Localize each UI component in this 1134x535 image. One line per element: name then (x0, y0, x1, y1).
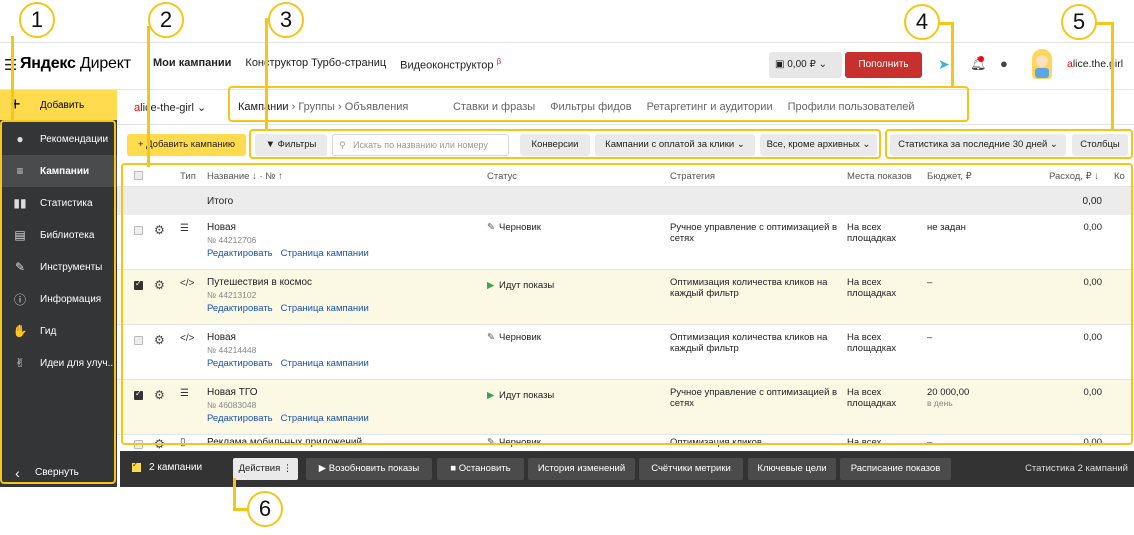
chat-icon[interactable]: ● (1000, 56, 1016, 72)
wallet-icon: ▣ (775, 59, 785, 70)
annotation-marker-4: 4 (904, 4, 940, 40)
annotation-line-4b (951, 22, 954, 88)
annotation-line-5b (1111, 22, 1114, 130)
schedule-button[interactable]: Расписание показов (840, 458, 951, 480)
annotation-marker-6: 6 (247, 491, 283, 527)
top-nav: Мои кампании Конструктор Турбо-страниц В… (153, 57, 501, 72)
avatar[interactable] (1032, 49, 1052, 79)
annotation-box-5 (885, 129, 1133, 159)
add-campaign-button[interactable]: + Добавить кампанию (127, 134, 246, 156)
add-button-label: Добавить (40, 100, 85, 111)
resume-button[interactable]: ▶ Возобновить показы (306, 458, 432, 480)
balance-value: 0,00 ₽ (787, 59, 816, 70)
selected-count-text: 2 кампании (149, 462, 203, 473)
notification-dot (978, 56, 984, 62)
history-button[interactable]: История изменений (528, 458, 635, 480)
add-button[interactable]: + Добавить (0, 90, 117, 120)
annotation-line-1 (11, 36, 14, 122)
stop-button[interactable]: ■ Остановить (437, 458, 524, 480)
actions-menu-button[interactable]: Действия ⋮ (233, 458, 298, 480)
topup-button[interactable]: Пополнить (845, 52, 922, 78)
beta-badge: β (496, 57, 502, 66)
annotation-box-4 (228, 86, 969, 122)
annotation-line-3 (265, 18, 268, 131)
account-switcher[interactable]: alice-the-girl ⌄ (134, 101, 206, 114)
key-goals-button[interactable]: Ключевые цели (748, 458, 836, 480)
nav-video-label: Видеоконструктор (400, 59, 494, 72)
annotation-marker-2: 2 (148, 2, 184, 38)
annotation-box-1 (0, 120, 116, 484)
annotation-marker-3: 3 (268, 2, 304, 38)
annotation-line-6b (233, 508, 247, 511)
selected-checkbox[interactable] (132, 460, 141, 472)
annotation-line-2 (147, 26, 150, 167)
annotation-marker-5: 5 (1061, 4, 1097, 40)
annotation-line-6a (233, 478, 236, 510)
logo-direct-text: Директ (79, 55, 131, 72)
selected-stat-link[interactable]: Статистика 2 кампаний (1025, 463, 1128, 474)
annotation-marker-1: 1 (19, 2, 55, 38)
yandex-direct-logo[interactable]: Яндекс Директ (20, 55, 131, 73)
user-login[interactable]: alice.the.girl (1067, 58, 1123, 70)
annotation-box-2 (121, 163, 1133, 445)
annotation-box-3 (249, 129, 881, 159)
bulk-action-bar: 2 кампании Действия ⋮ ▶ Возобновить пока… (120, 451, 1134, 487)
chevron-down-icon: ⌄ (818, 59, 828, 70)
user-login-rest: lice.the.girl (1072, 58, 1124, 70)
logo-yandex-text: Яндекс (20, 55, 76, 72)
balance-dropdown[interactable]: ▣ 0,00 ₽ ⌄ (769, 52, 842, 78)
nav-video-constructor[interactable]: Видеоконструктор β (400, 57, 501, 72)
nav-my-campaigns[interactable]: Мои кампании (153, 57, 231, 72)
top-bar: ☰ Яндекс Директ Мои кампании Конструктор… (0, 43, 1134, 90)
selected-count[interactable]: 2 кампании (132, 460, 203, 473)
metrica-counters-button[interactable]: Счётчики метрики (639, 458, 743, 480)
